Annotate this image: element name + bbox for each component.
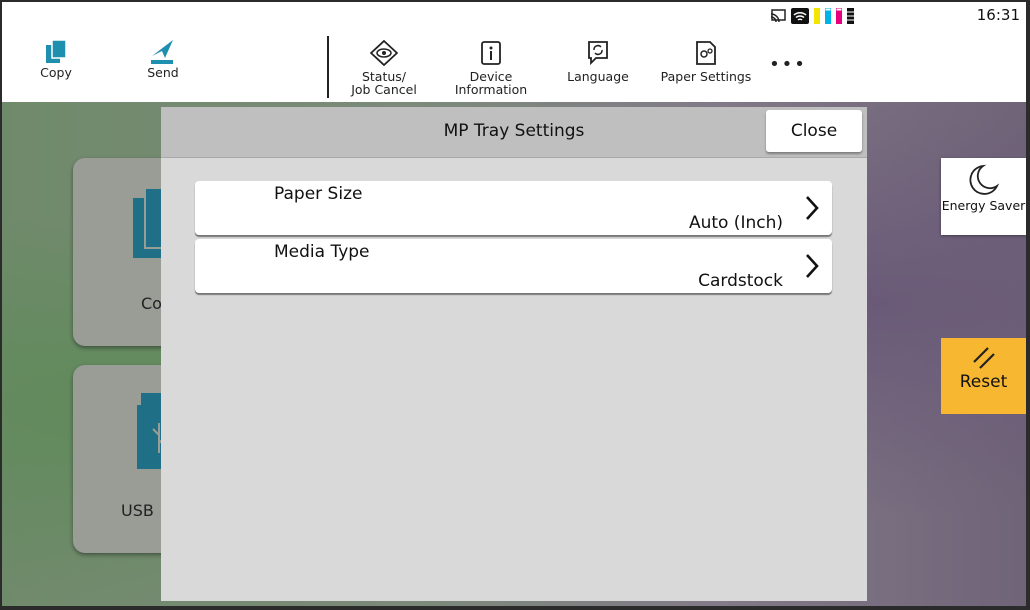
dialog-header: MP Tray Settings Close	[161, 107, 867, 158]
more-dots-icon: •••	[769, 54, 807, 75]
language-label: Language	[567, 69, 629, 84]
toner-yellow-icon	[814, 8, 820, 24]
toner-black-icon	[847, 8, 854, 24]
send-button[interactable]: Send	[136, 2, 190, 102]
home-card-usb-label: USB	[121, 501, 154, 520]
screen: 16:31 Copy Send Status/ Job Cancel Devic…	[2, 2, 1026, 606]
media-type-value: Cardstock	[698, 271, 783, 291]
paper-size-row[interactable]: Paper Size Auto (Inch)	[195, 181, 832, 235]
paper-settings-button[interactable]: Paper Settings	[659, 2, 753, 102]
status-eye-icon	[370, 40, 398, 66]
device-information-button[interactable]: Device Information	[453, 2, 529, 102]
language-icon	[588, 41, 608, 66]
dialog-title: MP Tray Settings	[443, 121, 585, 141]
paper-settings-icon	[696, 41, 716, 65]
mp-tray-settings-dialog: MP Tray Settings Close Paper Size Auto (…	[161, 107, 867, 601]
copy-label: Copy	[40, 65, 72, 80]
moon-icon	[969, 164, 999, 195]
energy-saver-button[interactable]: Energy Saver	[941, 158, 1026, 235]
device-info-icon	[481, 41, 501, 65]
copy-icon	[46, 39, 67, 63]
paper-settings-label: Paper Settings	[660, 69, 752, 84]
toolbar-divider	[327, 36, 329, 98]
top-toolbar: 16:31 Copy Send Status/ Job Cancel Devic…	[2, 2, 1026, 102]
reset-button[interactable]: Reset	[941, 338, 1026, 414]
chevron-right-icon	[806, 196, 819, 220]
paper-size-value: Auto (Inch)	[688, 213, 783, 233]
send-icon	[151, 40, 173, 64]
device-label-line2: Information	[454, 82, 528, 97]
close-button[interactable]: Close	[766, 110, 862, 152]
reset-label: Reset	[959, 372, 1008, 392]
language-button[interactable]: Language	[562, 2, 634, 102]
paper-size-label: Paper Size	[274, 184, 363, 204]
more-menu-button[interactable]: •••	[766, 2, 810, 102]
reset-icon	[972, 347, 995, 369]
media-type-label: Media Type	[274, 242, 370, 262]
media-type-row[interactable]: Media Type Cardstock	[195, 239, 832, 293]
energy-saver-label: Energy Saver	[941, 198, 1026, 213]
clock: 16:31	[976, 6, 1020, 24]
send-label: Send	[147, 65, 179, 80]
status-job-cancel-button[interactable]: Status/ Job Cancel	[346, 2, 422, 102]
status-label-line2: Job Cancel	[351, 82, 417, 97]
home-card-copy-label: Co	[141, 294, 162, 313]
toner-magenta-icon	[836, 8, 842, 24]
copy-button[interactable]: Copy	[30, 2, 82, 102]
toner-cyan-icon	[825, 8, 831, 24]
chevron-right-icon	[806, 254, 819, 278]
